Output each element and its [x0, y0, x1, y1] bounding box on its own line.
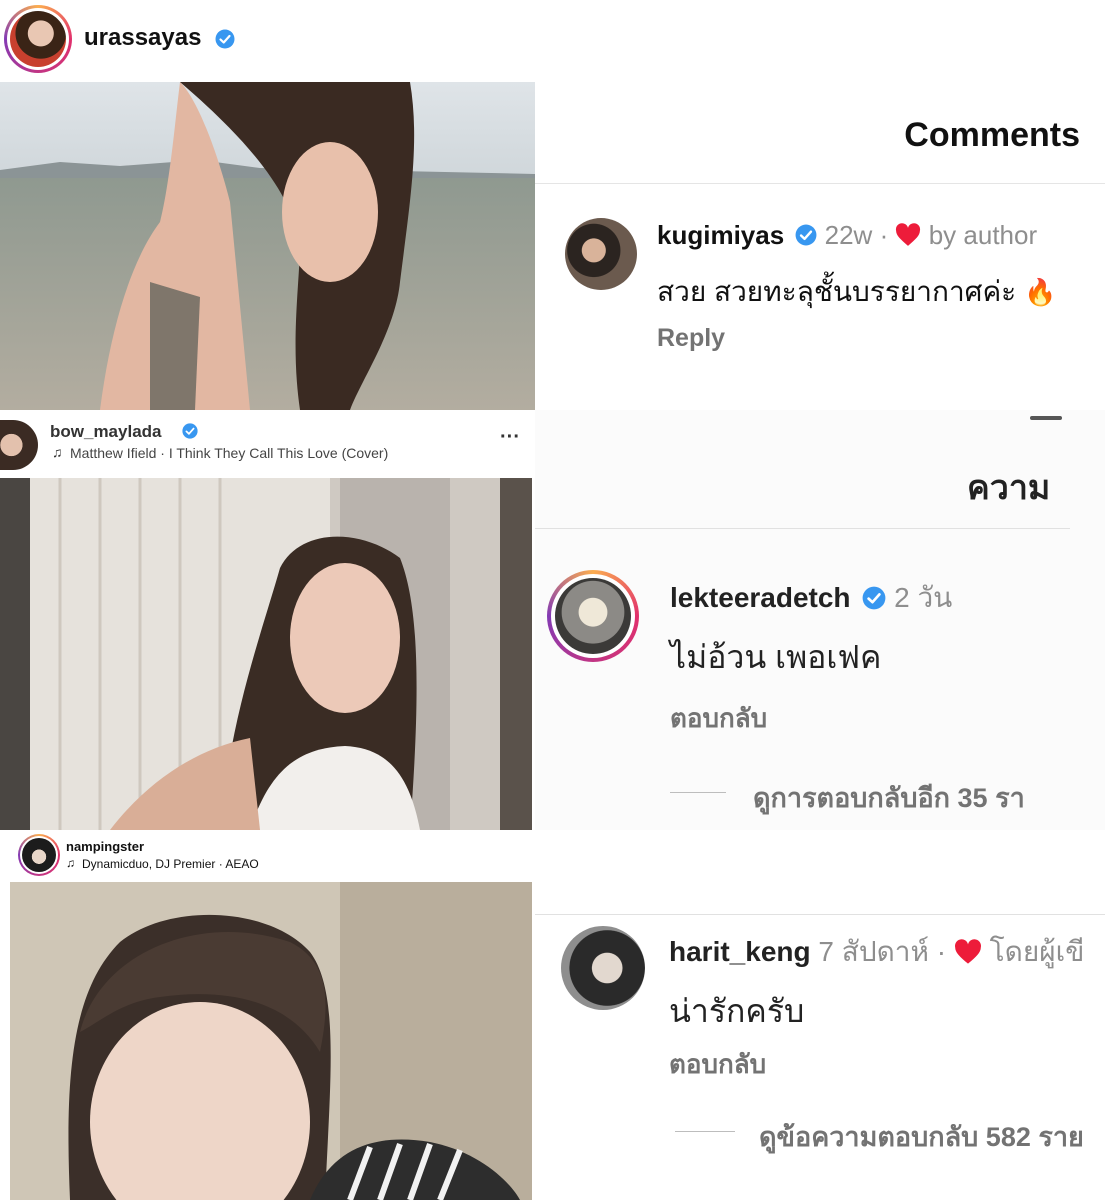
- comments-title: Comments: [904, 116, 1080, 154]
- comment-time: 2 วัน: [894, 582, 953, 613]
- more-options-icon[interactable]: ···: [500, 426, 520, 449]
- heart-icon: [896, 223, 921, 246]
- verified-badge-icon: [862, 586, 886, 610]
- comments-panel-1: Comments kugimiyas 22w · by author สวย ส…: [535, 70, 1105, 410]
- comment-time: 22w: [824, 220, 873, 250]
- post-photo-selfie: [10, 882, 532, 1200]
- comments-panel-3: harit_keng 7 สัปดาห์ · โดยผู้เขี น่ารักค…: [535, 830, 1105, 1200]
- post-photo-beach: [0, 82, 535, 410]
- music-track-label[interactable]: Matthew Ifield · I Think They Call This …: [70, 445, 388, 461]
- post-header-nampingster: nampingster ♫ Dynamicduo, DJ Premier · A…: [0, 830, 535, 882]
- divider: [535, 183, 1105, 184]
- username-label[interactable]: urassayas: [84, 24, 201, 52]
- post-photo-portrait: [0, 478, 532, 830]
- username-label[interactable]: bow_maylada: [50, 422, 162, 442]
- view-replies-line: [670, 792, 726, 793]
- comment-body: สวย สวยทะลุชั้นบรรยากาศค่ะ: [657, 276, 1017, 307]
- view-replies-button[interactable]: ดูข้อความตอบกลับ 582 ราย: [759, 1115, 1084, 1158]
- view-replies-line: [675, 1131, 735, 1132]
- comment-username[interactable]: lekteeradetch: [670, 582, 851, 613]
- avatar-nampingster[interactable]: [18, 834, 60, 876]
- commenter-avatar[interactable]: [565, 218, 637, 290]
- sheet-handle: [1030, 416, 1062, 420]
- verified-badge-icon: [182, 423, 198, 439]
- reply-button[interactable]: ตอบกลับ: [670, 698, 767, 739]
- reply-button[interactable]: ตอบกลับ: [669, 1044, 766, 1085]
- post-header-bow-maylada: bow_maylada ♫ Matthew Ifield · I Think T…: [0, 410, 535, 478]
- heart-icon: [954, 938, 981, 964]
- separator-dot: ·: [936, 936, 947, 967]
- music-track-label[interactable]: Dynamicduo, DJ Premier · AEAO: [82, 857, 259, 871]
- avatar-bow-maylada[interactable]: [0, 420, 38, 470]
- comment-meta: harit_keng 7 สัปดาห์ · โดยผู้เขี: [669, 930, 1084, 974]
- view-replies-button[interactable]: ดูการตอบกลับอีก 35 รา: [753, 776, 1025, 819]
- commenter-avatar[interactable]: [547, 570, 639, 662]
- comment-meta: lekteeradetch 2 วัน: [670, 576, 952, 620]
- comment-body: ไม่อ้วน เพอเฟค: [670, 639, 882, 675]
- comment-body: น่ารักครับ: [669, 993, 805, 1029]
- reply-button[interactable]: Reply: [657, 324, 725, 353]
- divider: [535, 528, 1070, 529]
- divider: [535, 914, 1105, 915]
- comment-meta: kugimiyas 22w · by author: [657, 220, 1037, 251]
- verified-badge-icon: [795, 224, 817, 246]
- comment-text: สวย สวยทะลุชั้นบรรยากาศค่ะ 🔥: [657, 270, 1056, 314]
- comment-username[interactable]: kugimiyas: [657, 220, 784, 250]
- username-label[interactable]: nampingster: [66, 839, 144, 854]
- commenter-avatar[interactable]: [561, 926, 645, 1010]
- comment-username[interactable]: harit_keng: [669, 936, 811, 967]
- by-author-label: by author: [928, 220, 1038, 250]
- comment-time: 7 สัปดาห์: [818, 936, 929, 967]
- verified-badge-icon: [215, 29, 235, 49]
- by-author-label: โดยผู้เขี: [989, 936, 1085, 967]
- fire-emoji-icon: 🔥: [1024, 277, 1057, 307]
- separator-dot: ·: [879, 220, 889, 250]
- comments-title: ความ: [967, 469, 1051, 507]
- music-note-icon: ♫: [66, 856, 75, 870]
- music-note-icon: ♫: [52, 444, 63, 460]
- avatar-urassayas[interactable]: [4, 5, 72, 73]
- comments-panel-2: ความ lekteeradetch 2 วัน ไม่อ้วน เพอเฟค …: [535, 410, 1105, 830]
